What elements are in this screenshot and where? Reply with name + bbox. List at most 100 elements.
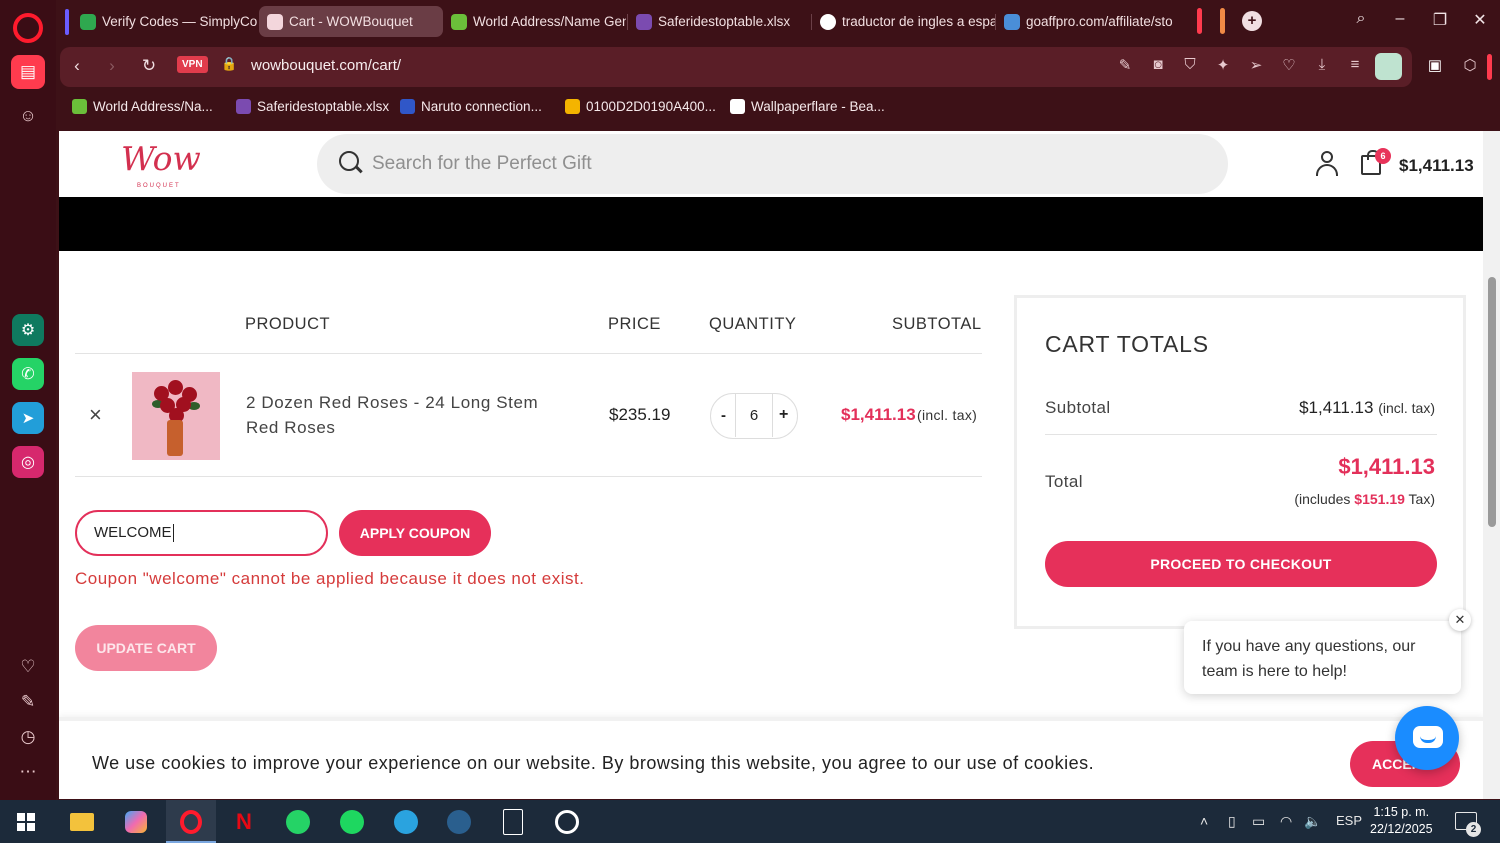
update-cart-button[interactable]: UPDATE CART xyxy=(75,625,217,671)
battery-icon[interactable]: ▭ xyxy=(1252,813,1265,830)
search-placeholder: Search for the Perfect Gift xyxy=(372,153,592,174)
telegram-icon[interactable]: ➤ xyxy=(12,402,44,434)
copilot-icon[interactable] xyxy=(120,806,152,838)
text-caret xyxy=(172,524,174,543)
subtotal-tax-note: (incl. tax) xyxy=(1378,400,1435,416)
reload-icon[interactable]: ↻ xyxy=(138,56,160,76)
bookmark-naruto[interactable]: Naruto connection... xyxy=(400,99,542,114)
close-window-icon[interactable]: ✕ xyxy=(1468,10,1492,30)
product-name-link[interactable]: 2 Dozen Red Roses - 24 Long Stem Red Ros… xyxy=(246,390,576,440)
clock[interactable]: 1:15 p. m. 22/12/2025 xyxy=(1370,804,1433,838)
totals-divider xyxy=(1045,434,1437,435)
tab-cart-wowbouquet[interactable]: Cart - WOWBouquet xyxy=(259,6,443,37)
product-image[interactable] xyxy=(132,372,220,460)
extensions-cube-icon[interactable]: ⬡ xyxy=(1460,56,1480,74)
cookie-consent-bar: We use cookies to improve your experienc… xyxy=(59,717,1483,799)
forward-icon[interactable]: › xyxy=(101,56,123,76)
tab-traductor[interactable]: traductor de ingles a espa xyxy=(812,6,996,37)
quantity-increase-button[interactable]: + xyxy=(779,406,788,424)
new-tab-plus-icon[interactable]: + xyxy=(1242,11,1262,31)
bookmark-drive-file[interactable]: 0100D2D0190A400... xyxy=(565,99,716,114)
url-text[interactable]: wowbouquet.com/cart/ xyxy=(251,57,401,74)
easy-setup-menu-icon[interactable]: ≡ xyxy=(1345,56,1365,73)
proceed-to-checkout-button[interactable]: PROCEED TO CHECKOUT xyxy=(1045,541,1437,587)
th-price: PRICE xyxy=(608,315,661,333)
steam-icon[interactable] xyxy=(443,806,475,838)
vpn-badge[interactable]: VPN xyxy=(177,56,208,73)
tab-island-marker xyxy=(1487,54,1492,80)
search-icon[interactable] xyxy=(339,151,359,171)
speed-dial-icon[interactable]: ▤ xyxy=(11,55,45,89)
item-price: $235.19 xyxy=(609,405,671,424)
opera-taskbar-icon[interactable] xyxy=(175,806,207,838)
tab-goaffpro[interactable]: goaffpro.com/affiliate/sto xyxy=(996,6,1180,37)
web-page: Wow BOUQUET Search for the Perfect Gift … xyxy=(59,131,1483,799)
apply-coupon-button[interactable]: APPLY COUPON xyxy=(339,510,491,556)
wifi-icon[interactable]: ◠ xyxy=(1280,813,1292,830)
file-explorer-icon[interactable] xyxy=(66,806,98,838)
bookmark-favicon-icon xyxy=(72,99,87,114)
edit-page-icon[interactable]: ✎ xyxy=(1115,56,1135,74)
quantity-decrease-button[interactable]: - xyxy=(721,407,726,424)
chatgpt-icon[interactable]: ⚙ xyxy=(12,314,44,346)
tab-verify-codes[interactable]: Verify Codes — SimplyCo xyxy=(72,6,258,37)
tab-world-address[interactable]: World Address/Name Gen xyxy=(443,6,626,37)
address-bar-row: ‹ › ↻ VPN 🔒 wowbouquet.com/cart/ ✎ ◙ ⛉ ✦… xyxy=(56,44,1500,88)
aria-icon[interactable]: ☺ xyxy=(11,99,45,133)
more-options-icon[interactable]: ⋯ xyxy=(11,755,45,789)
site-logo[interactable]: Wow xyxy=(121,139,201,189)
translate-icon[interactable]: ✦ xyxy=(1213,56,1233,74)
chat-bubble-close-icon[interactable]: ✕ xyxy=(1449,609,1471,631)
bookmark-wallpaperflare[interactable]: Wallpaperflare - Bea... xyxy=(730,99,885,114)
account-user-icon[interactable] xyxy=(1315,151,1339,177)
tab-favicon-icon xyxy=(636,13,652,30)
lock-icon[interactable]: 🔒 xyxy=(221,56,237,72)
scrollbar-thumb[interactable] xyxy=(1488,277,1496,527)
back-icon[interactable]: ‹ xyxy=(66,56,88,76)
coupon-code-input[interactable]: WELCOME xyxy=(75,510,328,556)
page-scrollbar[interactable] xyxy=(1483,131,1500,799)
chat-help-bubble[interactable]: If you have any questions, our team is h… xyxy=(1184,621,1461,694)
opera-logo-icon[interactable] xyxy=(13,13,43,43)
coupon-value: WELCOME xyxy=(94,524,172,541)
favorites-heart-icon[interactable]: ♡ xyxy=(11,650,45,684)
bookmark-label: Wallpaperflare - Bea... xyxy=(751,99,885,114)
send-icon[interactable]: ➢ xyxy=(1246,56,1266,74)
minimize-icon[interactable]: – xyxy=(1388,10,1412,28)
instagram-icon[interactable]: ◎ xyxy=(12,446,44,478)
epic-games-icon[interactable] xyxy=(497,806,529,838)
language-indicator[interactable]: ESP xyxy=(1336,813,1362,828)
tray-overflow-chevron-icon[interactable]: ˄ xyxy=(1200,813,1208,829)
tab-saferidestoptable[interactable]: Saferidestoptable.xlsx xyxy=(628,6,812,37)
quantity-input[interactable]: 6 xyxy=(735,394,773,437)
chat-launcher-icon[interactable] xyxy=(1395,706,1459,770)
quantity-stepper[interactable]: - 6 + xyxy=(710,393,798,439)
cart-totals-title: CART TOTALS xyxy=(1045,331,1209,357)
whatsapp-taskbar-icon[interactable] xyxy=(282,806,314,838)
profile-avatar[interactable] xyxy=(1375,53,1402,80)
obs-icon[interactable] xyxy=(551,806,583,838)
telegram-taskbar-icon[interactable] xyxy=(390,806,422,838)
history-icon[interactable]: ◷ xyxy=(11,720,45,754)
ad-block-shield-icon[interactable]: ⛉ xyxy=(1180,56,1200,73)
subtotal-label: Subtotal xyxy=(1045,398,1111,417)
tab-favicon-icon xyxy=(451,13,467,30)
spotify-icon[interactable] xyxy=(336,806,368,838)
download-icon[interactable]: ⤓ xyxy=(1312,56,1332,73)
tray-device-icon[interactable]: ▯ xyxy=(1228,813,1236,830)
volume-icon[interactable]: 🔈 xyxy=(1304,813,1321,830)
windows-start-icon[interactable] xyxy=(10,806,42,838)
bookmark-world-address[interactable]: World Address/Na... xyxy=(72,99,213,114)
whatsapp-icon[interactable]: ✆ xyxy=(12,358,44,390)
search-input[interactable]: Search for the Perfect Gift xyxy=(317,134,1228,194)
bookmark-saferidestoptable[interactable]: Saferidestoptable.xlsx xyxy=(236,99,389,114)
restore-icon[interactable]: ❐ xyxy=(1428,10,1452,30)
sidebar-toggle-icon[interactable]: ▣ xyxy=(1425,56,1445,74)
search-tabs-icon[interactable]: ⌕ xyxy=(1349,10,1373,28)
heart-bookmark-icon[interactable]: ♡ xyxy=(1279,56,1299,74)
netflix-icon[interactable]: N xyxy=(228,806,260,838)
pinboard-icon[interactable]: ✎ xyxy=(11,685,45,719)
remove-item-icon[interactable]: × xyxy=(89,402,102,428)
snapshot-camera-icon[interactable]: ◙ xyxy=(1148,56,1168,73)
header-cart-total[interactable]: $1,411.13 xyxy=(1399,156,1474,176)
